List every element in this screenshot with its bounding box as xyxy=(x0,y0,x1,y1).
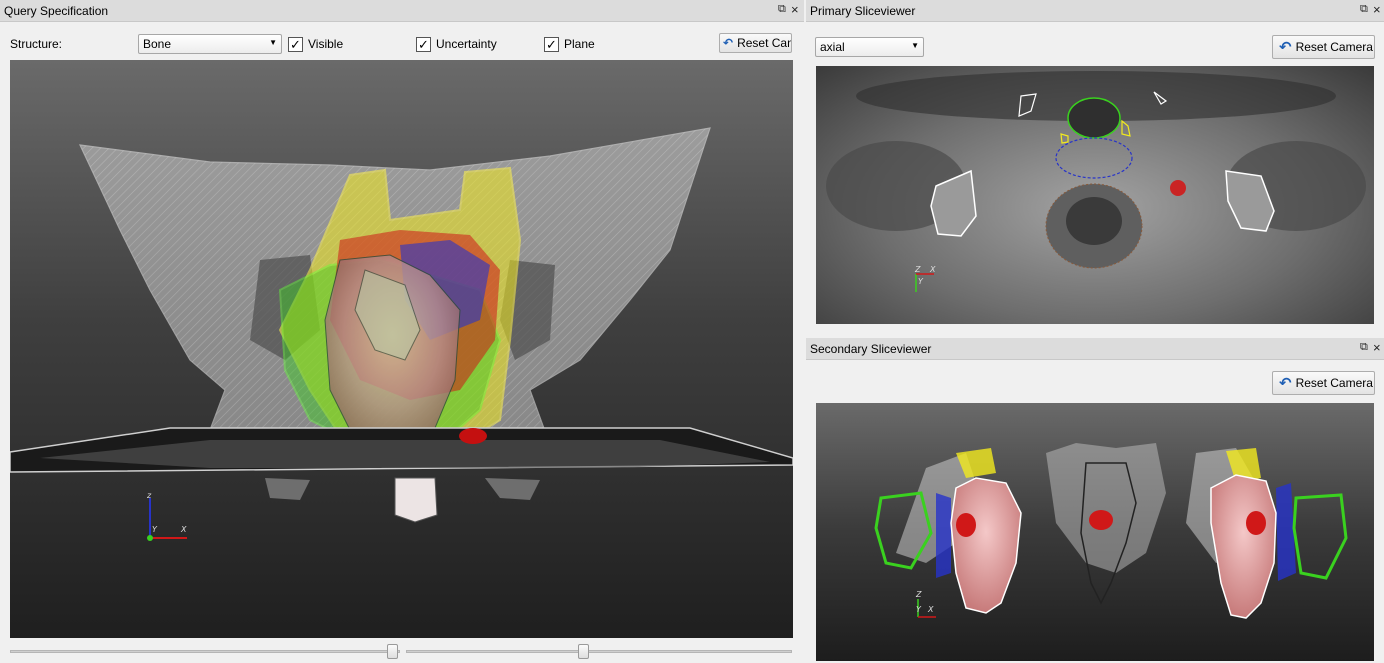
reset-camera-label: Reset Camera xyxy=(1295,376,1373,390)
float-icon[interactable]: ⧉ xyxy=(778,3,786,16)
yellow-contour-left xyxy=(1060,133,1069,144)
secondary-3d-view[interactable]: Z Y X xyxy=(816,403,1374,661)
query-specification-panel: Query Specification ⧉ × Structure: Bone … xyxy=(0,0,804,663)
secondary-sliceviewer-panel: Secondary Sliceviewer ⧉ × ↶ Reset Camera xyxy=(806,338,1384,663)
query-panel-titlebar[interactable]: Query Specification ⧉ × xyxy=(0,0,804,22)
axis-y-label: Y xyxy=(918,277,924,286)
orientation-axes: Z Y X xyxy=(915,590,936,618)
secondary-panel-title: Secondary Sliceviewer xyxy=(810,342,932,356)
float-icon[interactable]: ⧉ xyxy=(1360,3,1368,16)
red-target xyxy=(459,428,487,444)
chevron-down-icon: ▼ xyxy=(911,41,919,50)
close-icon[interactable]: × xyxy=(1373,340,1381,355)
reset-camera-button[interactable]: ↶ Reset Camera xyxy=(1272,371,1375,395)
axis-x-label: X xyxy=(929,265,936,274)
3d-render-view[interactable]: z Y X xyxy=(10,60,793,638)
slider-handle-right[interactable] xyxy=(578,644,589,659)
structure-label: Structure: xyxy=(10,37,63,51)
plane-label: Plane xyxy=(564,37,595,51)
reset-icon: ↶ xyxy=(1279,375,1292,392)
reset-camera-button[interactable]: ↶ Reset Came xyxy=(719,33,792,53)
blue-contour xyxy=(1055,137,1133,179)
slider-handle-left[interactable] xyxy=(387,644,398,659)
check-icon: ✓ xyxy=(288,36,303,52)
close-icon[interactable]: × xyxy=(791,2,799,17)
slider-track-left[interactable] xyxy=(10,650,400,653)
right-red-target xyxy=(1246,511,1266,535)
bladder-contour xyxy=(1067,97,1121,139)
rectum-core xyxy=(1066,197,1122,245)
secondary-panel-titlebar[interactable]: Secondary Sliceviewer ⧉ × xyxy=(806,338,1384,360)
secondary-scene xyxy=(874,443,1348,619)
query-panel-title: Query Specification xyxy=(4,4,109,18)
reset-icon: ↶ xyxy=(723,36,734,50)
left-red-target xyxy=(956,513,976,537)
primary-sliceviewer-panel: Primary Sliceviewer ⧉ × axial ▼ ↶ Reset … xyxy=(806,0,1384,338)
mri-slice xyxy=(826,71,1366,269)
axis-y-label: Y xyxy=(916,605,922,614)
uncertainty-checkbox[interactable]: ✓ Uncertainty xyxy=(416,35,497,53)
right-organ xyxy=(1210,474,1277,619)
yellow-contour-right xyxy=(1121,119,1131,137)
reset-camera-label: Reset Came xyxy=(737,36,791,50)
reset-icon: ↶ xyxy=(1279,39,1292,56)
left-organ xyxy=(950,477,1022,614)
axis-x-label: X xyxy=(180,525,187,534)
primary-panel-titlebar[interactable]: Primary Sliceviewer ⧉ × xyxy=(806,0,1384,22)
float-icon[interactable]: ⧉ xyxy=(1360,341,1368,354)
check-icon: ✓ xyxy=(416,36,431,52)
check-icon: ✓ xyxy=(544,36,559,52)
axis-z-label: z xyxy=(146,491,152,500)
chevron-down-icon: ▼ xyxy=(269,38,277,47)
reset-camera-label: Reset Camera xyxy=(1295,40,1373,54)
left-blue-structure xyxy=(936,493,951,578)
view-orientation-select[interactable]: axial ▼ xyxy=(815,37,924,57)
structure-select[interactable]: Bone ▼ xyxy=(138,34,282,54)
axis-x-label: X xyxy=(927,605,934,614)
axis-z-label: Z xyxy=(915,590,922,599)
right-green-structure xyxy=(1292,493,1348,580)
uncertainty-label: Uncertainty xyxy=(436,37,497,51)
visible-checkbox[interactable]: ✓ Visible xyxy=(288,35,343,53)
slider-track-right[interactable] xyxy=(406,650,792,653)
3d-scene xyxy=(10,127,793,523)
red-target-marker xyxy=(1170,180,1186,196)
close-icon[interactable]: × xyxy=(1373,2,1381,17)
plane-checkbox[interactable]: ✓ Plane xyxy=(544,35,595,53)
visible-label: Visible xyxy=(308,37,344,51)
lower-bone-left xyxy=(265,478,310,500)
center-red-target xyxy=(1089,510,1113,530)
orientation-axes: Z X Y xyxy=(914,265,936,292)
mri-axial-slice-view[interactable]: Z X Y xyxy=(816,66,1374,324)
orientation-axes: z Y X xyxy=(146,491,187,541)
axis-z-label: Z xyxy=(914,265,921,274)
view-orientation-value: axial xyxy=(820,40,845,54)
reset-camera-button[interactable]: ↶ Reset Camera xyxy=(1272,35,1375,59)
rectum-tube xyxy=(394,477,438,523)
lower-bone-right xyxy=(485,478,540,500)
right-blue-structure xyxy=(1276,483,1296,581)
primary-panel-title: Primary Sliceviewer xyxy=(810,4,916,18)
structure-select-value: Bone xyxy=(143,37,172,51)
axis-y-label: Y xyxy=(152,525,158,534)
